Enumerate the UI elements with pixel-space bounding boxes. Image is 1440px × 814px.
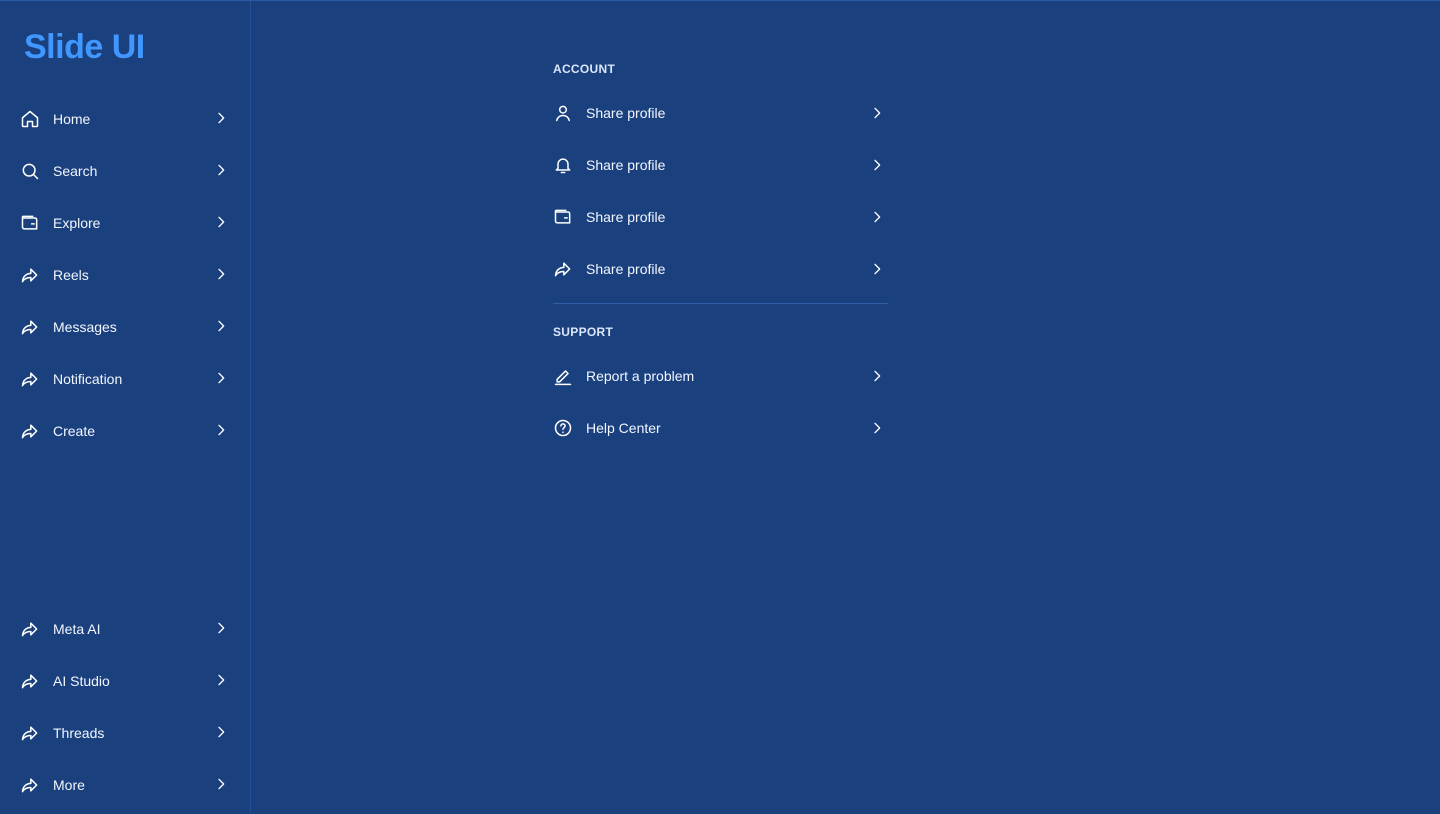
chevron-right-icon: [213, 724, 229, 740]
sidebar-item-label: Home: [53, 111, 91, 127]
settings-panel: ACCOUNT Share profile Share profile Shar…: [553, 1, 888, 454]
share-arrow-icon: [20, 421, 40, 441]
section-title-support: SUPPORT: [553, 325, 614, 339]
share-arrow-icon: [20, 775, 40, 795]
chevron-right-icon: [213, 620, 229, 636]
chevron-right-icon: [869, 209, 885, 225]
share-arrow-icon: [20, 369, 40, 389]
sidebar-item-label: AI Studio: [53, 673, 110, 689]
share-arrow-icon: [20, 619, 40, 639]
sidebar-item-search[interactable]: Search: [0, 145, 251, 197]
account-item-label: Share profile: [586, 105, 666, 121]
chevron-right-icon: [869, 261, 885, 277]
account-item-share-profile[interactable]: Share profile: [553, 243, 888, 295]
sidebar-item-create[interactable]: Create: [0, 405, 251, 457]
chevron-right-icon: [869, 420, 885, 436]
chevron-right-icon: [213, 162, 229, 178]
account-item-label: Share profile: [586, 209, 666, 225]
sidebar-item-threads[interactable]: Threads: [0, 707, 251, 759]
support-item-label: Help Center: [586, 420, 661, 436]
support-item-label: Report a problem: [586, 368, 695, 384]
sidebar-item-label: Reels: [53, 267, 89, 283]
home-icon: [20, 109, 40, 129]
chevron-right-icon: [213, 422, 229, 438]
sidebar-item-messages[interactable]: Messages: [0, 301, 251, 353]
account-item-label: Share profile: [586, 261, 666, 277]
sidebar-item-label: Explore: [53, 215, 101, 231]
account-item-share-profile[interactable]: Share profile: [553, 139, 888, 191]
sidebar-item-label: Create: [53, 423, 96, 439]
sidebar-item-explore[interactable]: Explore: [0, 197, 251, 249]
wallet-icon: [553, 207, 573, 227]
sidebar-item-label: Meta AI: [53, 621, 101, 637]
share-arrow-icon: [20, 265, 40, 285]
wallet-icon: [20, 213, 40, 233]
sidebar-item-notification[interactable]: Notification: [0, 353, 251, 405]
help-circle-icon: [553, 418, 573, 438]
chevron-right-icon: [213, 370, 229, 386]
sidebar-item-ai-studio[interactable]: AI Studio: [0, 655, 251, 707]
chevron-right-icon: [213, 110, 229, 126]
app-window: Slide UI Home Search Explore Reels Messa…: [0, 0, 1440, 814]
section-title-account: ACCOUNT: [553, 62, 616, 76]
sidebar-item-label: More: [53, 777, 85, 793]
chevron-right-icon: [213, 266, 229, 282]
chevron-right-icon: [213, 672, 229, 688]
share-arrow-icon: [20, 723, 40, 743]
chevron-right-icon: [213, 318, 229, 334]
bell-icon: [553, 155, 573, 175]
share-arrow-icon: [20, 317, 40, 337]
sidebar-item-meta-ai[interactable]: Meta AI: [0, 603, 251, 655]
sidebar-item-reels[interactable]: Reels: [0, 249, 251, 301]
sidebar-item-label: Search: [53, 163, 98, 179]
chevron-right-icon: [213, 776, 229, 792]
chevron-right-icon: [869, 368, 885, 384]
app-logo[interactable]: Slide UI: [24, 25, 145, 69]
sidebar-item-label: Notification: [53, 371, 123, 387]
sidebar-item-label: Messages: [53, 319, 117, 335]
chevron-right-icon: [869, 157, 885, 173]
pencil-icon: [553, 366, 573, 386]
sidebar-item-label: Threads: [53, 725, 105, 741]
chevron-right-icon: [213, 214, 229, 230]
share-arrow-icon: [553, 259, 573, 279]
account-item-share-profile[interactable]: Share profile: [553, 191, 888, 243]
share-arrow-icon: [20, 671, 40, 691]
sidebar-item-more[interactable]: More: [0, 759, 251, 811]
sidebar-nav-top: Home Search Explore Reels Messages Notif…: [0, 93, 251, 457]
support-item-report-problem[interactable]: Report a problem: [553, 350, 888, 402]
user-icon: [553, 103, 573, 123]
support-item-help-center[interactable]: Help Center: [553, 402, 888, 454]
sidebar-nav-bottom: Meta AI AI Studio Threads More: [0, 603, 251, 811]
sidebar-item-home[interactable]: Home: [0, 93, 251, 145]
account-item-label: Share profile: [586, 157, 666, 173]
search-icon: [20, 161, 40, 181]
chevron-right-icon: [869, 105, 885, 121]
account-item-share-profile[interactable]: Share profile: [553, 87, 888, 139]
sidebar: Slide UI Home Search Explore Reels Messa…: [0, 1, 251, 813]
